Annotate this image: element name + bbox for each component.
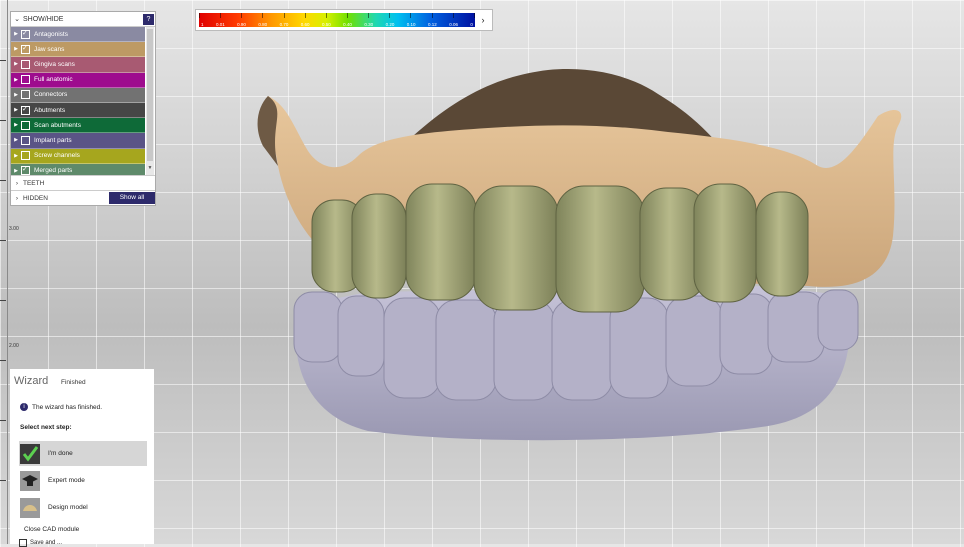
select-next-step-label: Select next step: (20, 424, 72, 431)
scale-label: 0.20 (385, 22, 395, 27)
layer-label: Full anatomic (34, 76, 73, 84)
scale-label: 0.70 (279, 22, 289, 27)
save-checkbox[interactable] (19, 539, 27, 547)
dental-3d-model[interactable] (248, 66, 964, 446)
model-icon (19, 497, 41, 519)
vertical-ruler (0, 0, 8, 544)
show-hide-title: SHOW/HIDE (23, 15, 64, 23)
expand-triangle-icon[interactable]: ▶ (11, 61, 21, 67)
layer-row[interactable]: ▶ Screw channels (11, 148, 145, 164)
layer-visibility-checkbox[interactable] (21, 165, 30, 175)
expand-triangle-icon[interactable]: ▶ (11, 137, 21, 143)
chevron-right-icon: › (15, 179, 19, 187)
scale-label: 0.30 (364, 22, 374, 27)
distance-color-scale[interactable]: 1 0.01 0.90 0.80 0.70 0.60 0.50 0.40 0.30 0.20 0.1… (195, 9, 493, 31)
layer-label: Gingiva scans (34, 60, 75, 68)
layer-visibility-checkbox[interactable] (21, 29, 30, 39)
layer-label: Scan abutments (34, 121, 81, 129)
expand-triangle-icon[interactable]: ▶ (11, 31, 21, 37)
scale-label: 0.06 (449, 22, 458, 27)
close-cad-module-link[interactable]: Close CAD module (24, 526, 79, 533)
layer-label: Screw channels (34, 152, 80, 160)
layer-row[interactable]: ▶ Antagonists (11, 27, 145, 43)
layer-scrollbar[interactable]: ▼ (146, 27, 154, 175)
option-label: I'm done (48, 450, 73, 457)
scale-label: 0.01 (215, 22, 225, 27)
layer-visibility-checkbox[interactable] (21, 120, 30, 130)
expand-triangle-icon[interactable]: ▶ (11, 153, 21, 159)
scale-label: 0.12 (427, 22, 437, 27)
layer-row[interactable]: ▶ Full anatomic (11, 72, 145, 88)
scale-label: 0.50 (321, 22, 331, 27)
teeth-section[interactable]: › TEETH (11, 175, 155, 190)
graduation-cap-icon (19, 470, 41, 492)
scale-label: 0.10 (406, 22, 416, 27)
scale-label: 0.60 (300, 22, 310, 27)
hidden-section-label: HIDDEN (23, 194, 48, 202)
layer-row[interactable]: ▶ Merged parts (11, 163, 145, 175)
layer-row[interactable]: ▶ Connectors (11, 87, 145, 103)
wizard-panel: Wizard Finished i The wizard has finishe… (10, 369, 154, 547)
ruler-label: 3.00 (9, 226, 19, 232)
hidden-section[interactable]: › HIDDEN Show all (11, 190, 155, 205)
design-model-option[interactable]: Design model (19, 495, 147, 520)
layer-row[interactable]: ▶ Implant parts (11, 133, 145, 149)
layer-list: ▶ Antagonists ▶ Jaw scans ▶ Gingiva scans ▶ Ful… (11, 27, 155, 175)
layer-visibility-checkbox[interactable] (21, 135, 30, 145)
chevron-right-icon: › (15, 194, 19, 202)
layer-visibility-checkbox[interactable] (21, 105, 30, 115)
layer-label: Connectors (34, 91, 68, 99)
help-button[interactable]: ? (143, 13, 154, 25)
layer-label: Implant parts (34, 136, 72, 144)
expand-triangle-icon[interactable]: ▶ (11, 46, 21, 52)
expand-triangle-icon[interactable]: ▶ (11, 92, 21, 98)
scroll-down-icon[interactable]: ▼ (146, 165, 154, 175)
expand-triangle-icon[interactable]: ▶ (11, 168, 21, 174)
color-scale-labels: 1 0.01 0.90 0.80 0.70 0.60 0.50 0.40 0.30 0.20 0.1… (201, 22, 473, 27)
scale-label: 0.80 (258, 22, 268, 27)
scale-label: 0 (470, 22, 473, 27)
scale-label: 0.90 (237, 22, 246, 27)
expand-triangle-icon[interactable]: ▶ (11, 77, 21, 83)
chevron-down-icon[interactable]: ⌄ (11, 15, 23, 23)
wizard-title: Wizard (14, 375, 49, 387)
layer-visibility-checkbox[interactable] (21, 90, 30, 100)
save-option[interactable]: Save and ... (19, 539, 62, 547)
layer-row[interactable]: ▶ Jaw scans (11, 42, 145, 58)
show-hide-header[interactable]: ⌄ SHOW/HIDE ? (11, 12, 155, 27)
layer-row[interactable]: ▶ Gingiva scans (11, 57, 145, 73)
layer-label: Antagonists (34, 30, 68, 38)
layer-row[interactable]: ▶ Abutments (11, 102, 145, 119)
expand-triangle-icon[interactable]: ▶ (11, 107, 21, 113)
ruler-label: 2.00 (9, 343, 19, 349)
wizard-status: Finished (61, 379, 86, 386)
layer-visibility-checkbox[interactable] (21, 75, 30, 85)
wizard-info: i The wizard has finished. (20, 403, 102, 411)
scale-label: 0.40 (343, 22, 352, 27)
expand-triangle-icon[interactable]: ▶ (11, 122, 21, 128)
layer-label: Abutments (34, 106, 66, 114)
info-icon: i (20, 403, 28, 411)
layer-visibility-checkbox[interactable] (21, 59, 30, 69)
show-all-button[interactable]: Show all (109, 192, 155, 204)
wizard-info-text: The wizard has finished. (32, 403, 103, 411)
layer-label: Merged parts (34, 167, 73, 175)
teeth-section-label: TEETH (23, 179, 45, 187)
save-option-label: Save and ... (30, 540, 63, 546)
expert-mode-option[interactable]: Expert mode (19, 468, 147, 493)
checkmark-icon (19, 443, 41, 465)
option-label: Design model (48, 504, 88, 511)
layer-visibility-checkbox[interactable] (21, 151, 30, 161)
scrollbar-thumb[interactable] (147, 29, 153, 161)
im-done-option[interactable]: I'm done (19, 441, 147, 466)
option-label: Expert mode (48, 477, 85, 484)
layer-row[interactable]: ▶ Scan abutments (11, 118, 145, 134)
chevron-right-icon[interactable]: › (477, 13, 489, 27)
layer-visibility-checkbox[interactable] (21, 44, 30, 54)
scale-label: 1 (201, 22, 204, 27)
show-hide-panel: ⌄ SHOW/HIDE ? ▶ Antagonists ▶ Jaw scans ▶ Gin… (10, 11, 156, 206)
color-scale-bar: 1 0.01 0.90 0.80 0.70 0.60 0.50 0.40 0.30 0.20 0.1… (199, 13, 475, 27)
layer-label: Jaw scans (34, 45, 65, 53)
